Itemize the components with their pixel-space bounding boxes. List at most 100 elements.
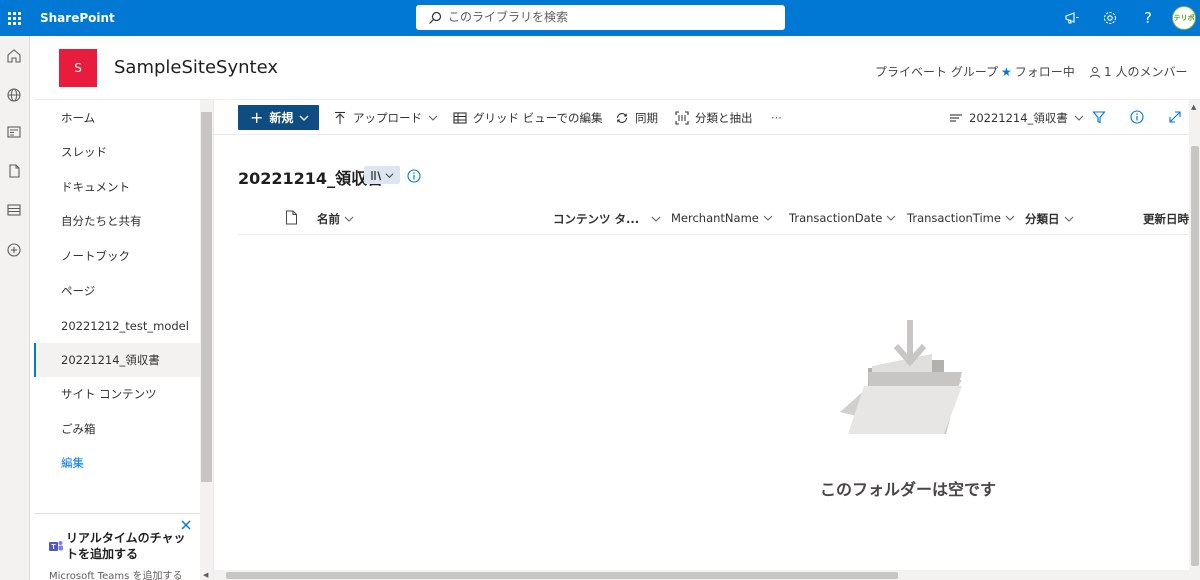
chevron-down-icon xyxy=(1064,216,1073,222)
column-label: コンテンツ タ... xyxy=(553,212,640,226)
add-icon[interactable] xyxy=(6,242,22,258)
column-header-transaction-date[interactable]: TransactionDate xyxy=(789,211,896,225)
more-button[interactable]: ··· xyxy=(771,105,782,130)
teams-promo-title[interactable]: リアルタイムのチャットを追加する xyxy=(66,530,186,562)
nav-item-site-contents[interactable]: サイト コンテンツ xyxy=(34,377,200,411)
news-icon[interactable] xyxy=(6,124,22,140)
nav-item-shared[interactable]: 自分たちと共有 xyxy=(34,204,200,238)
scroll-up-arrow-icon[interactable]: ▲ xyxy=(1191,103,1196,111)
info-icon[interactable] xyxy=(1130,110,1144,124)
teams-promo-subtitle: Microsoft Teams を追加する xyxy=(49,571,183,580)
site-logo[interactable]: S xyxy=(59,49,97,87)
nav-item-test-model[interactable]: 20221212_test_model xyxy=(34,309,200,343)
document-icon[interactable] xyxy=(6,163,22,179)
expand-icon[interactable] xyxy=(1168,110,1182,124)
nav-item-pages[interactable]: ページ xyxy=(34,274,200,308)
chevron-down-icon xyxy=(886,215,896,221)
scroll-left-arrow-icon[interactable]: ◀ xyxy=(203,571,208,579)
star-icon: ★ xyxy=(1001,64,1012,79)
chevron-down-icon xyxy=(763,215,773,221)
home-icon[interactable] xyxy=(6,48,22,64)
column-header-name[interactable]: 名前 xyxy=(317,211,354,227)
list-icon[interactable] xyxy=(6,202,22,218)
chevron-down-icon xyxy=(1074,115,1084,121)
nav-item-recycle-bin[interactable]: ごみ箱 xyxy=(34,412,200,446)
app-rail xyxy=(0,36,30,580)
upload-icon xyxy=(335,111,345,124)
privacy-label: プライベート グループ xyxy=(875,65,999,79)
members-label: 1 人のメンバー xyxy=(1104,65,1188,79)
library-info-icon[interactable] xyxy=(407,169,421,183)
nav-item-home[interactable]: ホーム xyxy=(34,101,200,135)
column-header-merchant-name[interactable]: MerchantName xyxy=(671,211,773,225)
new-button-label: 新規 xyxy=(269,111,294,125)
horizontal-scrollbar-thumb[interactable] xyxy=(226,572,898,579)
teams-promo: T リアルタイムのチャットを追加する Microsoft Teams を追加する xyxy=(34,513,200,580)
sync-label: 同期 xyxy=(635,110,658,125)
column-label: 更新日時 xyxy=(1143,212,1189,226)
nav-edit-link[interactable]: 編集 xyxy=(34,446,200,480)
library-icon xyxy=(371,171,382,181)
sync-icon xyxy=(616,112,628,123)
nav-item-threads[interactable]: スレッド xyxy=(34,135,200,169)
upload-button[interactable]: アップロード xyxy=(333,105,438,130)
file-type-icon[interactable] xyxy=(285,210,298,225)
grid-edit-button[interactable]: グリッド ビューでの編集 xyxy=(453,105,602,130)
teams-icon: T xyxy=(49,541,63,551)
search-icon xyxy=(429,11,442,24)
upload-label: アップロード xyxy=(353,110,422,125)
view-selector-label: 20221214_領収書 xyxy=(969,110,1068,125)
new-button[interactable]: + 新規 xyxy=(238,105,319,130)
classify-extract-button[interactable]: 分類と抽出 xyxy=(675,105,753,130)
chevron-down-icon xyxy=(1005,215,1015,221)
members-button[interactable]: 1 人のメンバー xyxy=(1089,63,1187,80)
chevron-down-icon xyxy=(385,172,394,178)
column-header-modified[interactable]: 更新日時 xyxy=(1143,211,1189,227)
column-header-content-type[interactable]: コンテンツ タ... xyxy=(553,211,661,227)
avatar[interactable]: テリポ xyxy=(1172,6,1196,30)
empty-folder-illustration xyxy=(840,320,962,434)
nav-scrollbar-thumb[interactable] xyxy=(201,112,212,482)
column-header-transaction-time[interactable]: TransactionTime xyxy=(907,211,1015,225)
site-title[interactable]: SampleSiteSyntex xyxy=(114,57,278,78)
chevron-down-icon xyxy=(428,115,438,121)
empty-state-message: このフォルダーは空です xyxy=(820,480,997,499)
grid-edit-label: グリッド ビューでの編集 xyxy=(473,110,603,125)
scan-icon xyxy=(675,110,689,125)
sync-button[interactable]: 同期 xyxy=(615,105,658,130)
chevron-down-icon xyxy=(299,115,309,121)
follow-label: フォロー中 xyxy=(1014,65,1075,79)
follow-button[interactable]: ★ フォロー中 xyxy=(1001,63,1075,80)
classify-extract-label: 分類と抽出 xyxy=(695,110,753,125)
globe-icon[interactable] xyxy=(6,87,22,103)
search-placeholder: このライブラリを検索 xyxy=(448,10,569,24)
commandbar-divider xyxy=(214,134,1200,135)
app-launcher-icon[interactable] xyxy=(0,0,28,36)
brand-label[interactable]: SharePoint xyxy=(40,0,115,36)
lines-icon xyxy=(950,113,962,122)
chevron-down-icon xyxy=(344,216,354,222)
close-icon[interactable] xyxy=(179,518,193,532)
nav-item-notebook[interactable]: ノートブック xyxy=(34,239,200,273)
column-label: 分類日 xyxy=(1025,212,1060,226)
column-label: TransactionTime xyxy=(907,211,1001,225)
nav-item-receipts[interactable]: 20221214_領収書 xyxy=(34,343,200,377)
megaphone-icon[interactable] xyxy=(1063,9,1081,27)
svg-text:T: T xyxy=(51,544,56,551)
grid-icon xyxy=(453,111,467,124)
suite-bar: SharePoint このライブラリを検索 ? テリポ xyxy=(0,0,1200,36)
search-input[interactable]: このライブラリを検索 xyxy=(416,5,785,30)
nav-divider xyxy=(213,100,214,580)
view-selector[interactable]: 20221214_領収書 xyxy=(949,105,1084,130)
filter-icon[interactable] xyxy=(1092,110,1106,124)
help-icon[interactable]: ? xyxy=(1139,9,1157,27)
view-switch-button[interactable] xyxy=(364,166,400,184)
library-title: 20221214_領収書 xyxy=(238,169,384,188)
nav-item-documents[interactable]: ドキュメント xyxy=(34,170,200,204)
column-label: MerchantName xyxy=(671,211,759,225)
column-label: TransactionDate xyxy=(789,211,883,225)
gear-icon[interactable] xyxy=(1101,9,1119,27)
vertical-scrollbar-thumb[interactable] xyxy=(1191,146,1199,566)
column-header-classified-date[interactable]: 分類日 xyxy=(1025,211,1074,227)
column-label: 名前 xyxy=(317,212,340,226)
